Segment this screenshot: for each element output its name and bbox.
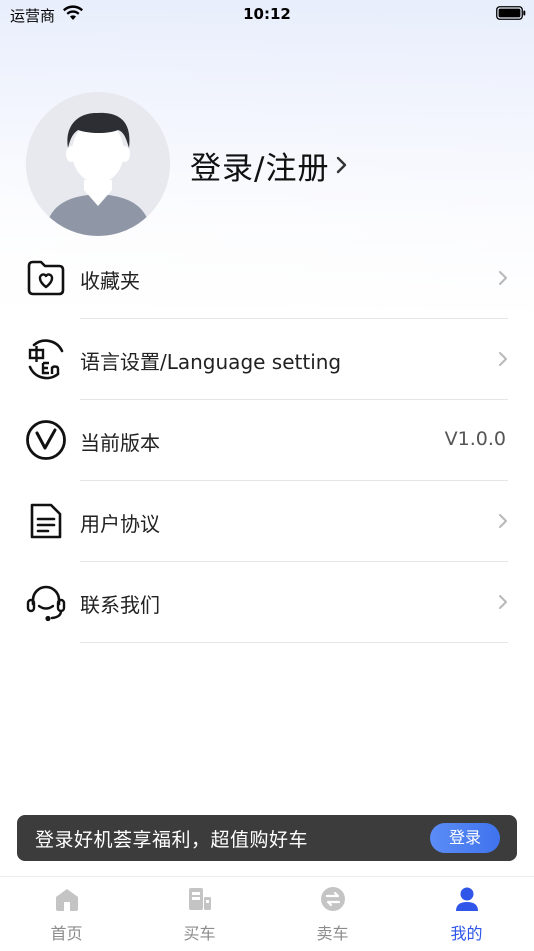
- menu-item-contact-us[interactable]: 联系我们: [0, 562, 534, 643]
- login-register-label: 登录/注册: [190, 150, 330, 187]
- chevron-right-icon: [499, 271, 507, 285]
- headset-icon: [26, 585, 66, 622]
- menu-label-language: 语言设置/Language setting: [80, 350, 342, 374]
- banner-login-button[interactable]: 登录: [430, 823, 500, 853]
- tab-label-sell-car: 卖车: [316, 924, 349, 943]
- menu-item-version: 当前版本 V1.0.0: [0, 400, 534, 481]
- clock: 10:12: [243, 5, 291, 23]
- tab-home[interactable]: 首页: [0, 877, 133, 951]
- login-promo-banner: 登录好机荟享福利，超值购好车 登录: [17, 815, 517, 861]
- version-icon: [26, 420, 66, 460]
- chevron-right-icon: [499, 595, 507, 609]
- chevron-right-icon: [499, 514, 507, 528]
- banner-text: 登录好机荟享福利，超值购好车: [35, 829, 309, 851]
- divider: [80, 642, 508, 643]
- menu-label-contact-us: 联系我们: [80, 593, 160, 617]
- menu-label-user-agreement: 用户协议: [80, 512, 160, 536]
- settings-menu: 收藏夹 语言设置/Language setting 当前版本 V1.0.0 用户…: [0, 238, 534, 643]
- chevron-right-icon: [337, 156, 347, 174]
- avatar[interactable]: [26, 92, 170, 236]
- battery-icon: [496, 6, 526, 20]
- menu-label-favorites: 收藏夹: [80, 269, 140, 293]
- tab-label-home: 首页: [50, 924, 83, 943]
- tab-label-buy-car: 买车: [183, 924, 216, 943]
- login-register-link[interactable]: 登录/注册: [190, 142, 349, 188]
- default-avatar-icon: [26, 92, 170, 236]
- version-value: V1.0.0: [444, 428, 506, 450]
- menu-item-language[interactable]: 语言设置/Language setting: [0, 319, 534, 400]
- chevron-right-icon: [499, 352, 507, 366]
- home-icon: [56, 889, 78, 911]
- document-icon: [30, 503, 62, 539]
- language-icon: [28, 339, 64, 380]
- tab-bar: 首页 买车 卖车 我的: [0, 876, 534, 951]
- menu-item-favorites[interactable]: 收藏夹: [0, 238, 534, 319]
- tab-label-profile: 我的: [450, 924, 483, 943]
- tab-sell-car[interactable]: 卖车: [266, 877, 399, 951]
- sell-car-icon: [321, 887, 345, 911]
- menu-item-user-agreement[interactable]: 用户协议: [0, 481, 534, 562]
- favorites-folder-icon: [27, 260, 65, 296]
- status-bar: 运营商 10:12: [0, 0, 534, 28]
- profile-icon: [456, 887, 478, 911]
- tab-profile[interactable]: 我的: [400, 877, 533, 951]
- tab-buy-car[interactable]: 买车: [133, 877, 266, 951]
- menu-label-version: 当前版本: [80, 431, 160, 455]
- buy-car-icon: [189, 888, 211, 910]
